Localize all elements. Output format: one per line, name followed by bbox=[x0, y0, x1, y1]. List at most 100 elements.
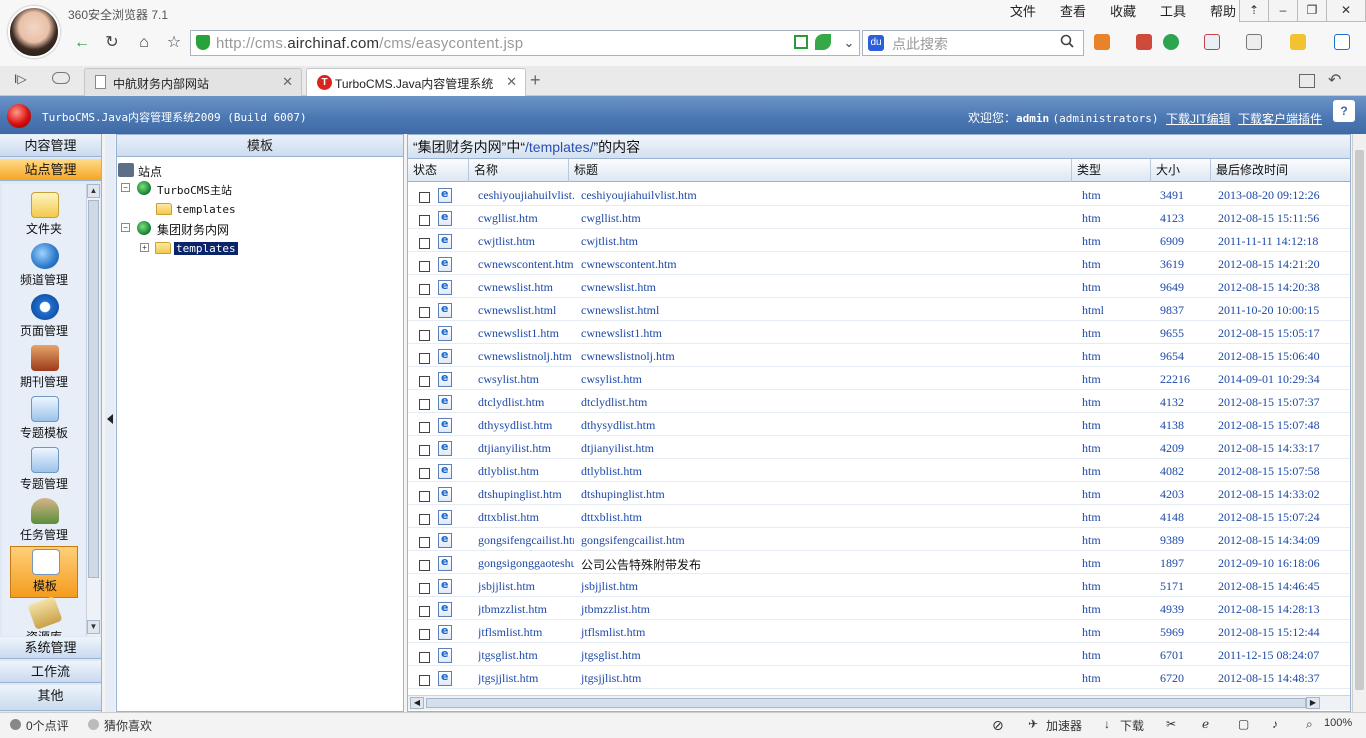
column-status[interactable]: 状态 bbox=[408, 159, 468, 182]
cell-name[interactable]: dtclydlist.htm bbox=[478, 395, 574, 410]
cell-name[interactable]: jtbmzzlist.htm bbox=[478, 602, 574, 617]
cell-title[interactable]: cwsylist.htm bbox=[581, 372, 642, 387]
nav-item-task[interactable]: 任务管理 bbox=[2, 496, 86, 546]
column-name[interactable]: 名称 bbox=[468, 159, 568, 182]
game-center-icon[interactable] bbox=[1290, 34, 1306, 50]
new-tab-plus-icon[interactable]: + bbox=[530, 70, 541, 91]
refresh-icon[interactable]: ↻ bbox=[98, 30, 126, 56]
row-checkbox[interactable] bbox=[419, 629, 430, 640]
window-icon[interactable]: ▢ bbox=[1238, 717, 1249, 731]
tree-collapse-icon[interactable]: − bbox=[121, 183, 130, 192]
cell-title[interactable]: dtshupinglist.htm bbox=[581, 487, 665, 502]
cell-name[interactable]: dtlyblist.htm bbox=[478, 464, 574, 479]
row-checkbox[interactable] bbox=[419, 468, 430, 479]
download-arrow-icon[interactable]: ↓ bbox=[1104, 717, 1110, 731]
nav-item-magazine[interactable]: 期刊管理 bbox=[2, 343, 86, 393]
cell-name[interactable]: jsbjjlist.htm bbox=[478, 579, 574, 594]
back-arrow-icon[interactable]: ← bbox=[68, 30, 96, 56]
pdf-icon[interactable] bbox=[1204, 34, 1220, 50]
nav-item-page[interactable]: 页面管理 bbox=[2, 292, 86, 342]
table-row[interactable]: dtclydlist.htm dtclydlist.htm htm 4132 2012-… bbox=[408, 390, 1350, 413]
table-row[interactable]: gongsigonggaoteshu.htm 公司公告特殊附带发布 htm 1897 2… bbox=[408, 551, 1350, 574]
cell-name[interactable]: ceshiyoujiahuilvlist.htm bbox=[478, 188, 574, 203]
row-checkbox[interactable] bbox=[419, 353, 430, 364]
download-label[interactable]: 下载 bbox=[1120, 717, 1144, 734]
cell-title[interactable]: jtgsjjlist.htm bbox=[581, 671, 641, 686]
table-row[interactable]: jtgsjjlist.htm jtgsjjlist.htm htm 6720 2012-… bbox=[408, 666, 1350, 689]
page-vertical-scrollbar[interactable] bbox=[1352, 134, 1366, 712]
cell-title[interactable]: dttxblist.htm bbox=[581, 510, 642, 525]
row-checkbox[interactable] bbox=[419, 537, 430, 548]
cell-title[interactable]: jtflsmlist.htm bbox=[581, 625, 645, 640]
browser-mode-icon[interactable]: ⊘ bbox=[992, 717, 1004, 734]
nav-item-channel[interactable]: 频道管理 bbox=[2, 241, 86, 291]
cell-name[interactable]: jtflsmlist.htm bbox=[478, 625, 574, 640]
row-checkbox[interactable] bbox=[419, 307, 430, 318]
table-row[interactable]: gongsifengcailist.htm gongsifengcailist.h… bbox=[408, 528, 1350, 551]
tree-node-templates-turbocms[interactable]: templates bbox=[176, 203, 236, 216]
tab-close-icon[interactable]: ✕ bbox=[282, 74, 293, 90]
row-checkbox[interactable] bbox=[419, 583, 430, 594]
cell-name[interactable]: dttxblist.htm bbox=[478, 510, 574, 525]
table-row[interactable]: dttxblist.htm dttxblist.htm htm 4148 2012-08… bbox=[408, 505, 1350, 528]
cell-name[interactable]: cwgllist.htm bbox=[478, 211, 574, 226]
row-checkbox[interactable] bbox=[419, 652, 430, 663]
accelerator-label[interactable]: 加速器 bbox=[1046, 717, 1082, 734]
table-row[interactable]: jtgsglist.htm jtgsglist.htm htm 6701 2011-12… bbox=[408, 643, 1350, 666]
category-site-management[interactable]: 站点管理 bbox=[0, 159, 101, 181]
close-window-button[interactable]: ✕ bbox=[1326, 0, 1366, 22]
sound-icon[interactable]: ♪ bbox=[1272, 717, 1278, 731]
table-row[interactable]: cwjtlist.htm cwjtlist.htm htm 6909 2011-11-1… bbox=[408, 229, 1350, 252]
cell-name[interactable]: gongsigonggaoteshu.htm bbox=[478, 556, 574, 571]
wallet-yuan-icon[interactable] bbox=[1163, 34, 1179, 50]
row-checkbox[interactable] bbox=[419, 491, 430, 502]
row-checkbox[interactable] bbox=[419, 215, 430, 226]
cell-name[interactable]: cwnewslistnolj.htm bbox=[478, 349, 574, 364]
column-modified[interactable]: 最后修改时间 bbox=[1210, 159, 1350, 182]
collapse-left-arrow-icon[interactable] bbox=[107, 414, 113, 424]
scroll-down-arrow-icon[interactable]: ▼ bbox=[87, 620, 100, 634]
download-client-plugin-link[interactable]: 下载客户端插件 bbox=[1238, 110, 1322, 127]
cell-title[interactable]: dtclydlist.htm bbox=[581, 395, 647, 410]
cell-title[interactable]: cwnewslist.html bbox=[581, 303, 659, 318]
cell-name[interactable]: jtgsjjlist.htm bbox=[478, 671, 574, 686]
row-checkbox[interactable] bbox=[419, 675, 430, 686]
cell-title[interactable]: cwjtlist.htm bbox=[581, 234, 638, 249]
scroll-left-arrow-icon[interactable]: ◀ bbox=[410, 697, 424, 709]
tab-list-icon[interactable] bbox=[1299, 74, 1315, 88]
qr-code-icon[interactable] bbox=[794, 35, 808, 49]
cell-name[interactable]: cwnewslist.htm bbox=[478, 280, 574, 295]
table-row[interactable]: cwsylist.htm cwsylist.htm htm 22216 2014-09-… bbox=[408, 367, 1350, 390]
screenshot-status-icon[interactable]: ✂ bbox=[1166, 717, 1176, 731]
nav-item-topic[interactable]: 专题管理 bbox=[2, 445, 86, 495]
nav-item-template[interactable]: 模板 bbox=[10, 546, 78, 598]
undo-close-tab-icon[interactable]: ↶ bbox=[1328, 70, 1341, 90]
tree-node-site-turbocms[interactable]: TurboCMS主站 bbox=[157, 182, 232, 198]
table-row[interactable]: jtbmzzlist.htm jtbmzzlist.htm htm 4939 2012-… bbox=[408, 597, 1350, 620]
row-checkbox[interactable] bbox=[419, 376, 430, 387]
search-icon[interactable] bbox=[1060, 34, 1074, 48]
user-avatar[interactable] bbox=[8, 6, 60, 58]
cell-title[interactable]: cwnewslist.htm bbox=[581, 280, 656, 295]
favorite-star-icon[interactable]: ☆ bbox=[160, 30, 188, 56]
content-horizontal-scrollbar[interactable]: ◀ ▶ bbox=[408, 695, 1350, 710]
table-row[interactable]: ceshiyoujiahuilvlist.htm ceshiyoujiahuilv… bbox=[408, 183, 1350, 206]
comments-count[interactable]: 0个点评 bbox=[26, 717, 69, 734]
url-text[interactable]: http://cms.airchinaf.com/cms/easycontent… bbox=[216, 35, 523, 52]
category-system-management[interactable]: 系统管理 bbox=[0, 637, 101, 659]
guess-you-like[interactable]: 猜你喜欢 bbox=[104, 717, 152, 734]
category-content-management[interactable]: 内容管理 bbox=[0, 135, 101, 157]
cell-title[interactable]: cwgllist.htm bbox=[581, 211, 641, 226]
cell-title[interactable]: jsbjjlist.htm bbox=[581, 579, 638, 594]
row-checkbox[interactable] bbox=[419, 514, 430, 525]
minimize-button[interactable]: – bbox=[1268, 0, 1298, 22]
table-row[interactable]: cwnewslist1.htm cwnewslist1.htm htm 9655 201… bbox=[408, 321, 1350, 344]
cell-name[interactable]: gongsifengcailist.htm bbox=[478, 533, 574, 548]
row-checkbox[interactable] bbox=[419, 238, 430, 249]
cell-name[interactable]: cwnewslist.html bbox=[478, 303, 574, 318]
skin-button[interactable]: ⇡ bbox=[1239, 0, 1269, 22]
menu-favorites[interactable]: 收藏 bbox=[1098, 3, 1148, 21]
cell-name[interactable]: dtshupinglist.htm bbox=[478, 487, 574, 502]
cell-title[interactable]: dthysydlist.htm bbox=[581, 418, 655, 433]
cell-name[interactable]: cwnewslist1.htm bbox=[478, 326, 574, 341]
